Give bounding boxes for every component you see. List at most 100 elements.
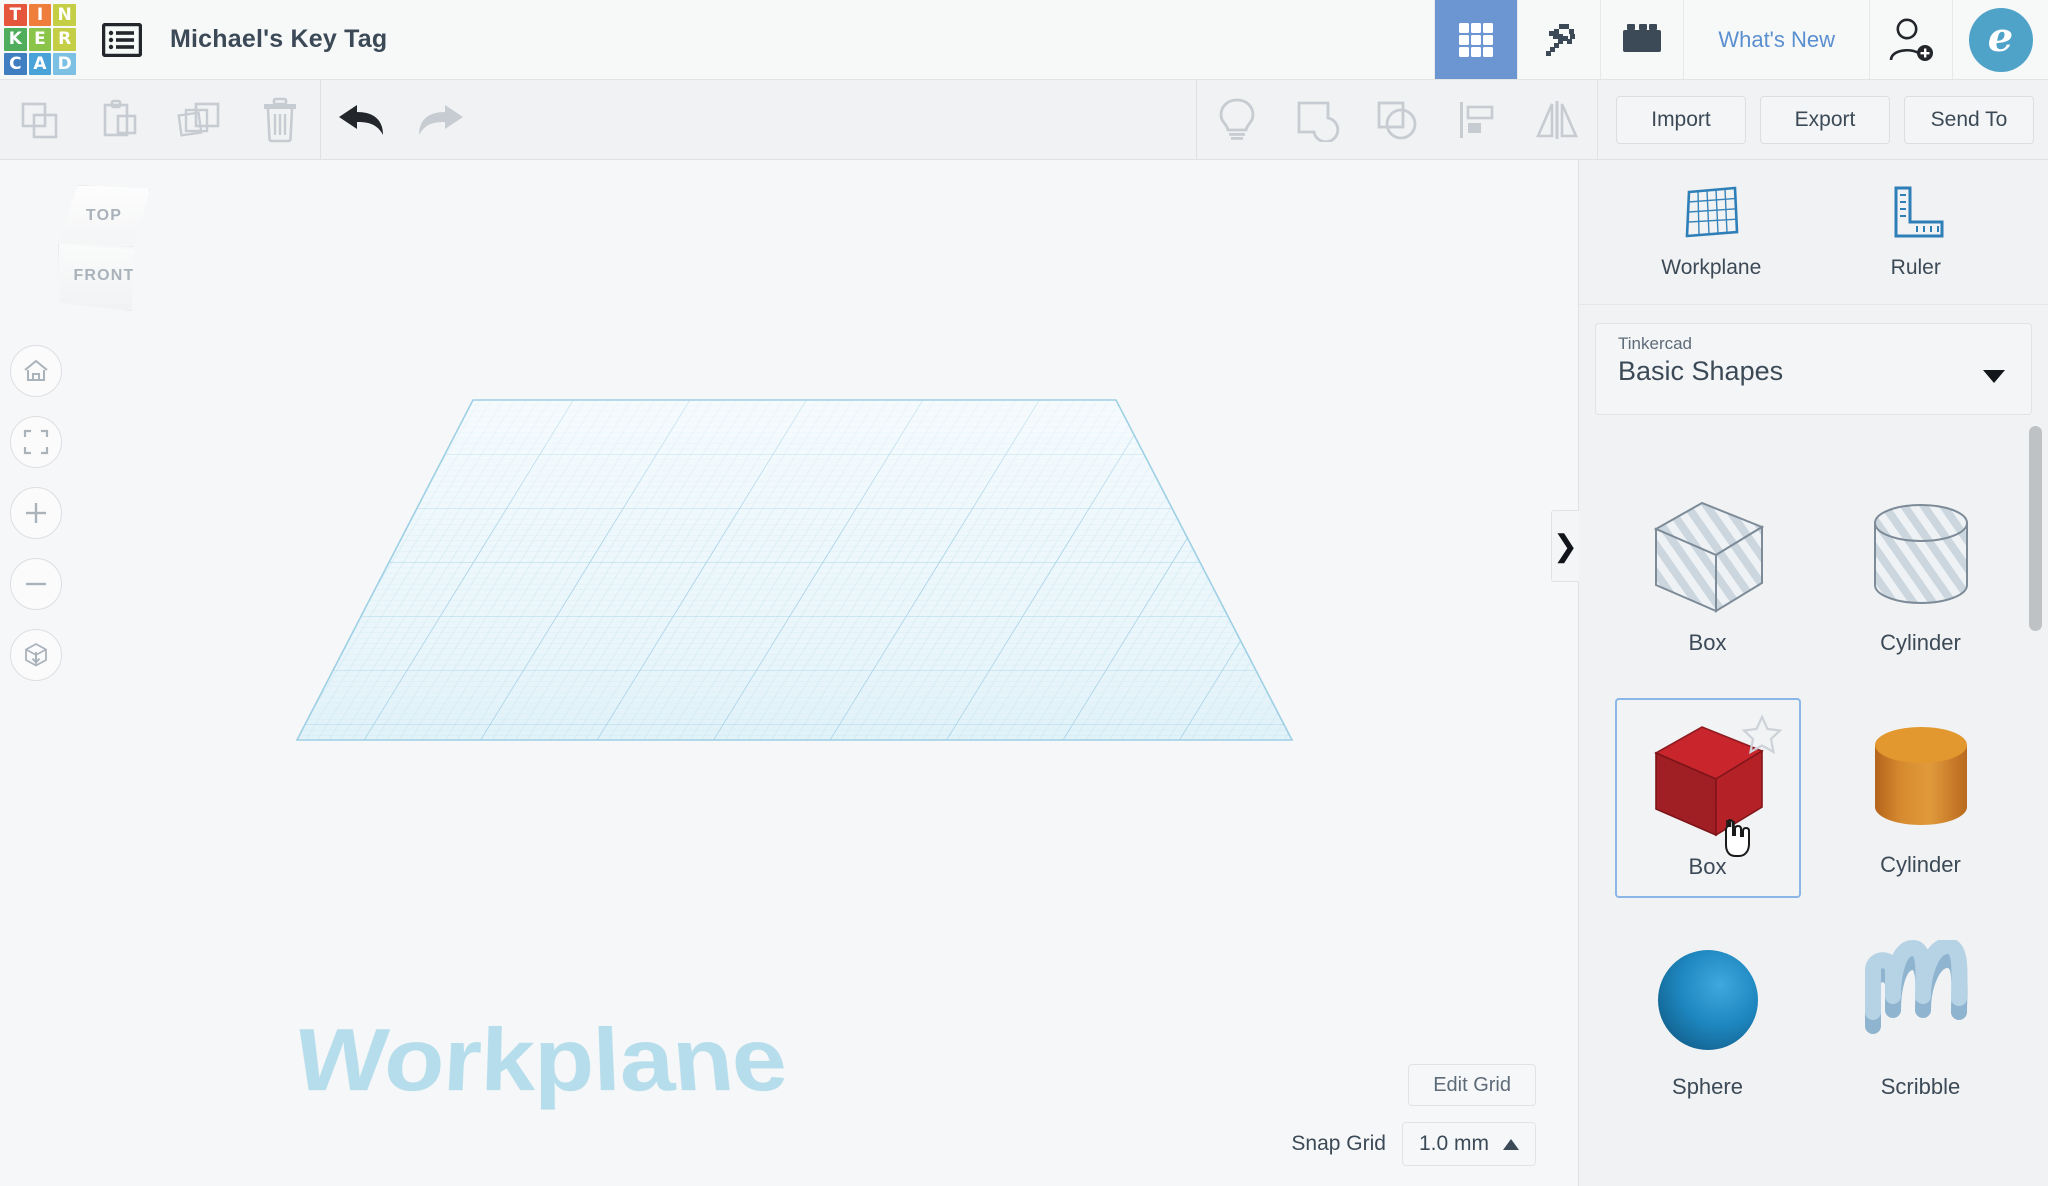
perspective-toggle-button[interactable]: [10, 629, 62, 681]
edit-toolbar: Import Export Send To: [0, 79, 2048, 160]
scribble-art: [1855, 934, 1987, 1066]
view-cube-front-label: FRONT: [73, 267, 135, 284]
tab-3d-designs[interactable]: [1434, 0, 1518, 79]
panel-tool-row: Workplane Ruler: [1579, 160, 2048, 305]
avatar: e: [1968, 7, 2033, 72]
page-title[interactable]: Michael's Key Tag: [170, 25, 387, 54]
viewport-nav-controls: [10, 345, 62, 700]
group-button[interactable]: [1277, 80, 1357, 160]
lightbulb-icon: [1219, 98, 1255, 140]
copy-button[interactable]: [0, 80, 80, 160]
paste-button[interactable]: [80, 80, 160, 160]
ruler-tool[interactable]: Ruler: [1841, 184, 1991, 280]
import-button[interactable]: Import: [1616, 95, 1746, 144]
tab-minecraft[interactable]: [1517, 0, 1600, 79]
view-cube-front-face[interactable]: FRONT: [58, 243, 135, 311]
undo-arrow-icon: [339, 104, 383, 135]
hand-cursor-icon: [1724, 818, 1750, 857]
box-hole-art: [1642, 490, 1774, 622]
snap-grid-value: 1.0 mm: [1418, 1132, 1489, 1155]
library-name-label: Basic Shapes: [1618, 356, 1784, 386]
cylinder-solid-art: [1855, 712, 1987, 844]
grid-controls: Edit Grid Snap Grid 1.0 mm: [1291, 1064, 1536, 1166]
view-cube[interactable]: TOP FRONT: [40, 185, 168, 315]
list-menu-icon[interactable]: [100, 18, 144, 62]
zoom-out-button[interactable]: [10, 558, 62, 610]
mirror-icon: [1536, 100, 1578, 139]
delete-button[interactable]: [240, 80, 320, 160]
undo-button[interactable]: [321, 80, 401, 160]
panel-collapse-toggle[interactable]: ❯: [1551, 510, 1579, 582]
copy-icon: [21, 102, 58, 138]
shape-row: Sphere Scribble: [1601, 920, 2027, 1120]
redo-button[interactable]: [401, 80, 481, 160]
history-tool-group: [321, 80, 481, 160]
shape-item-box-solid[interactable]: Box: [1614, 698, 1801, 898]
tab-bricks[interactable]: [1600, 0, 1683, 79]
export-button[interactable]: Export: [1760, 95, 1890, 144]
grid-icon: [1459, 22, 1494, 57]
shape-label: Scribble: [1880, 1074, 1961, 1099]
shape-item-sphere[interactable]: Sphere: [1615, 920, 1801, 1120]
add-person-icon: [1889, 18, 1933, 61]
minus-icon: [26, 582, 46, 586]
toolbar-divider-3: [1597, 79, 1598, 160]
shape-library-select[interactable]: Tinkercad Basic Shapes: [1595, 323, 2032, 415]
paste-icon: [103, 99, 137, 136]
ungroup-icon: [1377, 101, 1417, 139]
shape-label: Box: [1688, 630, 1727, 655]
home-view-button[interactable]: [10, 345, 62, 397]
tinkercad-editor: T I N K E R C A D Michael's Key Tag What…: [0, 0, 2048, 1186]
shape-label: Sphere: [1672, 1074, 1743, 1099]
shape-label: Cylinder: [1880, 852, 1961, 877]
shape-item-cylinder-hole[interactable]: Cylinder: [1828, 476, 2014, 676]
caret-up-icon: [1503, 1138, 1519, 1150]
plus-icon: [26, 503, 46, 523]
view-cube-top-label: TOP: [85, 207, 123, 224]
add-person-button[interactable]: [1869, 0, 1952, 79]
snap-grid-label: Snap Grid: [1291, 1132, 1386, 1155]
workplane-tool[interactable]: Workplane: [1636, 184, 1786, 280]
logo-letter-k: K: [4, 28, 27, 51]
chevron-down-icon[interactable]: [1983, 370, 2005, 383]
logo-letter-t: T: [4, 3, 27, 27]
duplicate-button[interactable]: [160, 80, 240, 160]
top-header-bar: T I N K E R C A D Michael's Key Tag What…: [0, 0, 2048, 80]
home-icon: [24, 359, 48, 381]
snap-grid-select[interactable]: 1.0 mm: [1401, 1122, 1536, 1166]
3d-viewport[interactable]: Workplane TOP FRONT Edit Grid Snap Grid …: [0, 160, 1578, 1186]
shapes-panel: ❯ Workplane Ruler Tinkercad Basic Shapes…: [1551, 160, 2048, 1186]
logo-letter-i: I: [28, 3, 52, 27]
tinkercad-logo[interactable]: T I N K E R C A D: [2, 2, 78, 78]
workplane-tool-label: Workplane: [1661, 256, 1762, 279]
ruler-icon: [1894, 186, 1944, 238]
ungroup-button[interactable]: [1357, 80, 1437, 160]
workplane-grid-icon: [1685, 186, 1739, 238]
zoom-in-button[interactable]: [10, 487, 62, 539]
group-icon: [1297, 101, 1340, 142]
logo-letter-e: E: [28, 28, 52, 51]
logo-letter-a: A: [28, 52, 52, 76]
edit-grid-button[interactable]: Edit Grid: [1408, 1064, 1536, 1106]
clipboard-tool-group: [0, 80, 320, 160]
cube-ortho-icon: [25, 642, 47, 667]
logo-letter-d: D: [53, 52, 76, 76]
hint-button[interactable]: [1197, 80, 1277, 160]
mirror-button[interactable]: [1517, 80, 1597, 160]
header-right-cluster: What's New e: [1434, 0, 2048, 79]
snap-grid-row: Snap Grid 1.0 mm: [1291, 1122, 1536, 1166]
shape-item-box-hole[interactable]: Box: [1615, 476, 1801, 676]
send-to-button[interactable]: Send To: [1904, 95, 2034, 144]
favorite-star-icon[interactable]: [1741, 714, 1783, 754]
user-avatar[interactable]: e: [1952, 0, 2048, 79]
whats-new-link[interactable]: What's New: [1683, 0, 1869, 79]
library-owner-label: Tinkercad: [1618, 334, 1693, 353]
fit-to-view-button[interactable]: [10, 416, 62, 468]
align-button[interactable]: [1437, 80, 1517, 160]
lego-brick-icon: [1623, 23, 1662, 52]
io-button-group: Import Export Send To: [1616, 95, 2048, 144]
shapes-grid: Box Cylinder Box Cylinder Sphere Scribbl…: [1579, 460, 2048, 1186]
shape-item-cylinder-solid[interactable]: Cylinder: [1828, 698, 2014, 898]
view-cube-top-face[interactable]: TOP: [58, 185, 150, 247]
shape-item-scribble[interactable]: Scribble: [1828, 920, 2014, 1120]
